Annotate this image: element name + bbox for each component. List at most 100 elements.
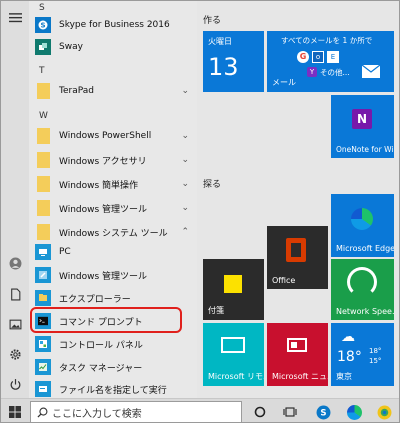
app-run[interactable]: ファイル名を指定して実行 — [35, 378, 195, 398]
remote-desktop-icon — [221, 337, 245, 353]
app-sway[interactable]: Sway — [35, 36, 195, 58]
tile-network-speed[interactable]: Network Spee... — [331, 259, 394, 320]
group-title-create[interactable]: 作る — [203, 13, 221, 26]
taskbar: ここに入力して検索 S — [1, 398, 399, 422]
calendar-date: 13 — [208, 53, 239, 81]
chevron-down-icon: ⌄ — [181, 179, 189, 189]
app-windows-system-tools[interactable]: Windows システム ツール ⌃ — [35, 221, 195, 243]
tile-office[interactable]: Office — [267, 226, 328, 289]
tile-area: 作る 火曜日 13 すべてのメールを 1 か所で G o E Y その他... … — [197, 1, 399, 398]
onenote-icon: N — [352, 109, 372, 129]
mail-header: すべてのメールを 1 か所で — [281, 36, 373, 45]
mail-provider-icons: G o E — [297, 51, 339, 63]
svg-text:S: S — [40, 22, 45, 30]
start-left-rail — [1, 1, 29, 398]
sticky-note-icon — [224, 275, 242, 293]
app-windows-admin-tools[interactable]: Windows 管理ツール ⌄ — [35, 197, 195, 219]
app-windows-ease-of-access[interactable]: Windows 簡単操作 ⌄ — [35, 173, 195, 195]
chevron-down-icon: ⌄ — [181, 203, 189, 213]
tile-microsoft-edge[interactable]: Microsoft Edge — [331, 194, 394, 257]
outlook-icon: o — [312, 51, 324, 63]
app-label: Windows PowerShell — [59, 131, 152, 141]
tile-label: Microsoft ニュ... — [272, 372, 328, 381]
mail-more: その他... — [320, 68, 350, 77]
app-label: Windows アクセサリ — [59, 156, 147, 167]
cortana-icon[interactable] — [251, 403, 269, 421]
start-menu-window: S S Skype for Business 2016 Sway T TeraP… — [0, 0, 400, 423]
group-letter-t[interactable]: T — [39, 66, 45, 80]
command-prompt-highlight — [30, 307, 182, 333]
hamburger-menu-icon[interactable] — [5, 7, 25, 27]
chevron-up-icon: ⌃ — [181, 227, 189, 237]
exchange-icon: E — [327, 51, 339, 63]
weather-temp: 18° — [337, 349, 362, 365]
app-terapad[interactable]: TeraPad ⌄ — [35, 80, 195, 102]
pictures-icon[interactable] — [5, 314, 25, 334]
tile-microsoft-news[interactable]: Microsoft ニュ... — [267, 323, 328, 386]
windows-start-icon[interactable] — [6, 403, 24, 421]
control-panel-icon — [35, 336, 51, 352]
chevron-down-icon: ⌄ — [181, 86, 189, 96]
app-windows-powershell[interactable]: Windows PowerShell ⌄ — [35, 125, 195, 147]
group-letter-w[interactable]: W — [39, 111, 48, 125]
speedometer-icon — [347, 267, 377, 297]
tile-weather[interactable]: ☁ 18° 18° 15° 東京 — [331, 323, 394, 386]
settings-gear-icon[interactable] — [5, 344, 25, 364]
power-icon[interactable] — [5, 374, 25, 394]
taskbar-search-box[interactable]: ここに入力して検索 — [30, 401, 242, 422]
admin-tools-icon — [35, 267, 51, 283]
app-pc[interactable]: PC — [35, 241, 195, 263]
chevron-down-icon: ⌄ — [181, 155, 189, 165]
tile-microsoft-remote[interactable]: Microsoft リモ... — [203, 323, 264, 386]
folder-icon — [35, 224, 51, 240]
weather-cloud-icon: ☁ — [341, 329, 355, 345]
search-icon — [37, 407, 48, 418]
skype-taskbar-icon[interactable]: S — [314, 403, 332, 421]
task-view-icon[interactable] — [281, 403, 299, 421]
app-label: TeraPad — [59, 86, 94, 96]
weather-high: 18° — [369, 347, 382, 355]
search-placeholder: ここに入力して検索 — [52, 408, 142, 420]
news-icon — [287, 338, 307, 352]
app-label: コントロール パネル — [59, 340, 143, 351]
edge-taskbar-icon[interactable] — [345, 403, 363, 421]
app-label: Windows 管理ツール — [59, 271, 148, 282]
tile-label: 東京 — [336, 372, 352, 381]
folder-icon — [35, 152, 51, 168]
folder-icon — [35, 128, 51, 144]
task-manager-icon — [35, 359, 51, 375]
tile-label: Office — [272, 276, 296, 285]
app-task-manager[interactable]: タスク マネージャー — [35, 356, 195, 378]
app-label: Windows システム ツール — [59, 228, 168, 239]
svg-text:S: S — [320, 408, 326, 418]
app-control-panel[interactable]: コントロール パネル — [35, 333, 195, 355]
tile-label: OneNote for Windows 10 — [336, 145, 394, 154]
file-explorer-icon — [35, 290, 51, 306]
tile-label: Microsoft Edge — [336, 244, 394, 253]
tile-label: Network Spee... — [336, 307, 394, 316]
yahoo-icon: Y — [307, 67, 317, 77]
app-windows-accessories[interactable]: Windows アクセサリ ⌄ — [35, 149, 195, 171]
tile-calendar[interactable]: 火曜日 13 — [203, 31, 264, 92]
app-windows-admin-tools-sub[interactable]: Windows 管理ツール — [35, 264, 195, 286]
app-label: Windows 管理ツール — [59, 204, 148, 215]
app-explorer[interactable]: エクスプローラー — [35, 287, 195, 309]
tile-mail[interactable]: すべてのメールを 1 か所で G o E Y その他... メール — [267, 31, 394, 92]
tile-sticky-notes[interactable]: 付箋 — [203, 259, 264, 320]
tile-onenote[interactable]: N OneNote for Windows 10 — [331, 95, 394, 158]
group-title-explore[interactable]: 探る — [203, 177, 221, 190]
app-label: Windows 簡単操作 — [59, 180, 139, 191]
app-label: Skype for Business 2016 — [59, 20, 170, 30]
user-account-icon[interactable] — [5, 253, 25, 273]
pc-icon — [35, 244, 51, 260]
tile-label: 付箋 — [208, 306, 224, 315]
weather-low: 15° — [369, 357, 382, 365]
tile-label: メール — [272, 78, 296, 87]
documents-icon[interactable] — [5, 284, 25, 304]
folder-icon — [35, 176, 51, 192]
app-label: ファイル名を指定して実行 — [59, 385, 167, 396]
app-skype-for-business[interactable]: S Skype for Business 2016 — [35, 14, 195, 36]
google-icon: G — [297, 51, 309, 63]
tile-label: Microsoft リモ... — [208, 372, 264, 381]
store-taskbar-icon[interactable] — [375, 403, 393, 421]
